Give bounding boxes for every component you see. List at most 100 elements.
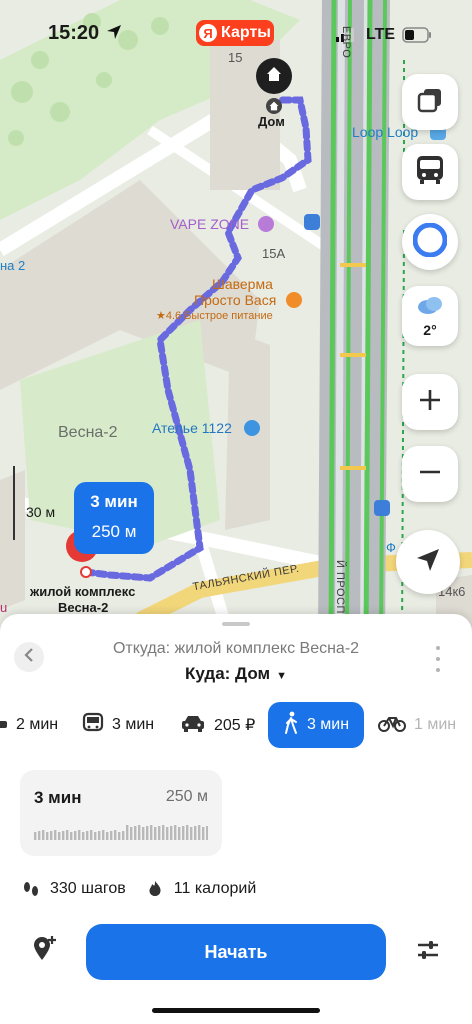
route-to-label: Куда: Дом bbox=[185, 664, 271, 683]
transit-button[interactable] bbox=[402, 144, 458, 200]
mode-walk-label: 3 мин bbox=[306, 716, 350, 733]
mode-walk[interactable]: 3 мин bbox=[268, 702, 364, 748]
profile-bar bbox=[174, 825, 177, 840]
mode-bus-label: 3 мин bbox=[112, 716, 155, 733]
footprints-icon bbox=[22, 880, 40, 898]
profile-bar bbox=[50, 831, 53, 840]
poi-atelier[interactable]: Атель​е 1122 bbox=[152, 420, 232, 436]
route-option-card[interactable]: 3 мин 250 м bbox=[20, 770, 222, 856]
profile-bar bbox=[106, 832, 109, 840]
scale-label: 30 м bbox=[26, 504, 56, 520]
profile-bar bbox=[98, 831, 101, 840]
profile-bar bbox=[206, 826, 208, 840]
fast-food-icon bbox=[286, 292, 302, 308]
profile-bar bbox=[170, 826, 173, 840]
parking-icon bbox=[304, 214, 320, 230]
calories-count: 11 калорий bbox=[173, 880, 257, 897]
walk-icon bbox=[283, 711, 299, 740]
profile-bar bbox=[154, 827, 157, 840]
metro-letter: Ф bbox=[386, 540, 396, 555]
home-indicator[interactable] bbox=[152, 1008, 320, 1013]
profile-bar bbox=[90, 830, 93, 840]
street-prospect-side: Й ПРОСП. bbox=[334, 560, 346, 618]
map-view[interactable]: 15:20 LTE Я Карты 15 15А 14к6 Дом Loop L… bbox=[0, 0, 472, 640]
start-button[interactable]: Начать bbox=[86, 924, 386, 980]
route-sheet: Откуда: жилой комплекс Весна-2 Куда: Дом… bbox=[0, 614, 472, 1024]
profile-bar bbox=[162, 825, 165, 840]
location-arrow-icon bbox=[106, 24, 122, 45]
mode-bus[interactable]: 3 мин bbox=[74, 702, 162, 748]
route-to[interactable]: Куда: Дом ▼ bbox=[0, 664, 472, 684]
profile-bar bbox=[138, 825, 141, 840]
mode-bike-label: 1 мин bbox=[414, 716, 457, 733]
route-card-time: 3 мин bbox=[34, 788, 82, 807]
mode-car[interactable]: 2 мин bbox=[0, 702, 66, 748]
layers-button[interactable] bbox=[402, 74, 458, 130]
profile-bar bbox=[70, 832, 73, 840]
home-small-icon bbox=[266, 98, 282, 114]
zoom-in-button[interactable] bbox=[402, 374, 458, 430]
shop-icon bbox=[258, 216, 274, 232]
network-type: LTE bbox=[366, 26, 396, 43]
alice-button[interactable] bbox=[402, 214, 458, 270]
poi-shaverma-rating: ★4.6 Быстрое питание bbox=[156, 310, 273, 322]
caret-down-icon: ▼ bbox=[276, 670, 287, 682]
route-settings-button[interactable] bbox=[412, 936, 444, 968]
alice-icon bbox=[412, 222, 448, 262]
left-edge-fragment: u bbox=[0, 600, 8, 615]
route-bubble-distance: 250 м bbox=[91, 522, 137, 541]
locate-button[interactable] bbox=[396, 530, 460, 594]
profile-bar bbox=[58, 832, 61, 840]
route-card-distance: 250 м bbox=[165, 788, 208, 805]
profile-bar bbox=[194, 826, 197, 840]
elevation-profile bbox=[34, 825, 208, 840]
profile-bar bbox=[158, 826, 161, 840]
transit-icon bbox=[415, 154, 445, 191]
profile-bar bbox=[34, 832, 37, 840]
profile-bar bbox=[118, 832, 121, 840]
building-number: 15 bbox=[228, 50, 243, 65]
street-prospect-top: ЕВРО bbox=[340, 26, 352, 59]
profile-bar bbox=[134, 826, 137, 840]
home-icon bbox=[266, 66, 282, 87]
sheet-grabber[interactable] bbox=[222, 622, 250, 626]
route-bubble[interactable]: 3 мин 250 м bbox=[74, 482, 154, 554]
weather-widget[interactable]: 2° bbox=[402, 286, 458, 346]
profile-bar bbox=[46, 832, 49, 840]
mode-taxi-label: 205 ₽ bbox=[214, 717, 256, 734]
mode-bike[interactable]: 1 мин bbox=[370, 702, 464, 748]
more-options-button[interactable] bbox=[432, 646, 444, 672]
profile-bar bbox=[74, 831, 77, 840]
bike-icon bbox=[378, 713, 406, 738]
battery-icon bbox=[402, 27, 432, 48]
mode-taxi[interactable]: 205 ₽ bbox=[172, 702, 263, 748]
mode-car-label: 2 мин bbox=[16, 716, 59, 733]
poi-shaverma-line1[interactable]: Шаверма bbox=[212, 276, 273, 292]
profile-bar bbox=[110, 831, 113, 840]
profile-bar bbox=[202, 827, 205, 840]
profile-bar bbox=[42, 830, 45, 840]
profile-bar bbox=[54, 830, 57, 840]
profile-bar bbox=[82, 832, 85, 840]
route-from[interactable]: Откуда: жилой комплекс Весна-2 bbox=[0, 640, 472, 658]
add-stop-button[interactable] bbox=[28, 934, 60, 966]
profile-bar bbox=[78, 830, 81, 840]
profile-bar bbox=[38, 831, 41, 840]
poi-shaverma-line2[interactable]: Просто Вася bbox=[194, 292, 276, 308]
brand-name: Карты bbox=[221, 24, 271, 41]
poi-vape-zone[interactable]: VAPE ZONE bbox=[170, 216, 249, 232]
route-bubble-time: 3 мин bbox=[90, 492, 138, 511]
start-point-label-line2: Весна-2 bbox=[58, 600, 109, 615]
profile-bar bbox=[102, 830, 105, 840]
profile-bar bbox=[198, 825, 201, 840]
car-icon bbox=[0, 715, 8, 736]
left-edge-label: на 2 bbox=[0, 258, 26, 273]
zoom-out-button[interactable] bbox=[402, 446, 458, 502]
sliders-icon bbox=[416, 939, 440, 966]
profile-bar bbox=[114, 830, 117, 840]
status-time: 15:20 bbox=[48, 22, 100, 44]
home-marker[interactable] bbox=[256, 58, 292, 94]
profile-bar bbox=[62, 831, 65, 840]
profile-bar bbox=[178, 827, 181, 840]
profile-bar bbox=[190, 827, 193, 840]
